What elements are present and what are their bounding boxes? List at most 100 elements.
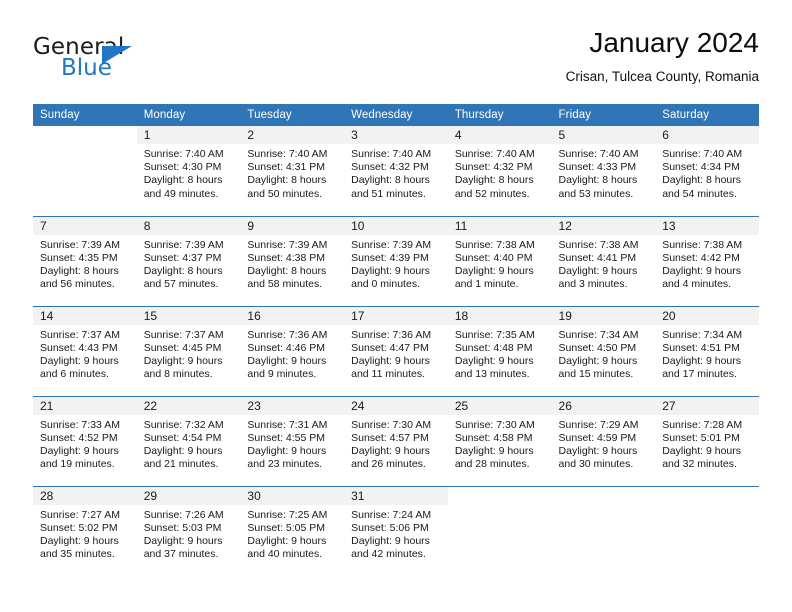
daylight-text-line2: and 9 minutes.: [247, 368, 317, 381]
day-cell-content: 7 Sunrise: 7:39 AM Sunset: 4:35 PM Daylight…: [33, 216, 137, 306]
calendar-day-cell[interactable]: 2 Sunrise: 7:40 AM Sunset: 4:31 PM Daylight…: [240, 126, 345, 216]
sunrise-text: Sunrise: 7:40 AM: [247, 148, 328, 160]
daylight-text-line2: and 53 minutes.: [558, 187, 634, 200]
calendar-day-cell[interactable]: 21 Sunrise: 7:33 AM Sunset: 4:52 PM Dayligh…: [33, 395, 137, 486]
calendar-day-cell[interactable]: 17 Sunrise: 7:36 AM Sunset: 4:47 PM Dayligh…: [344, 305, 448, 396]
sunset-text: Sunset: 4:48 PM: [454, 341, 533, 354]
calendar-day-cell[interactable]: 15 Sunrise: 7:37 AM Sunset: 4:45 PM Dayligh…: [136, 305, 241, 396]
calendar-day-cell[interactable]: [655, 485, 759, 576]
daylight-text-line2: and 49 minutes.: [143, 187, 219, 200]
calendar-day-cell[interactable]: 25 Sunrise: 7:30 AM Sunset: 4:58 PM Dayligh…: [447, 395, 552, 486]
calendar-day-cell[interactable]: 4 Sunrise: 7:40 AM Sunset: 4:32 PM Daylight…: [447, 126, 552, 216]
day-number: 21: [33, 396, 137, 415]
calendar-day-cell[interactable]: 3 Sunrise: 7:40 AM Sunset: 4:32 PM Daylight…: [344, 126, 448, 216]
daylight-text-line2: and 57 minutes.: [143, 278, 219, 291]
sunset-text: Sunset: 4:39 PM: [351, 251, 429, 264]
calendar-day-cell[interactable]: [33, 126, 137, 216]
calendar-day-cell[interactable]: 11 Sunrise: 7:38 AM Sunset: 4:40 PM Dayligh…: [447, 215, 552, 306]
day-number: 2: [240, 126, 345, 144]
calendar-day-cell[interactable]: 27 Sunrise: 7:28 AM Sunset: 5:01 PM Dayligh…: [655, 395, 759, 486]
day-cell-content: 9 Sunrise: 7:39 AM Sunset: 4:38 PM Daylight…: [240, 216, 345, 306]
calendar-day-cell[interactable]: 8 Sunrise: 7:39 AM Sunset: 4:37 PM Daylight…: [136, 215, 241, 306]
calendar-day-cell[interactable]: 6 Sunrise: 7:40 AM Sunset: 4:34 PM Daylight…: [655, 126, 759, 216]
day-number: 9: [240, 216, 345, 235]
page-header: General Blue January 2024 Crisan, Tulcea…: [33, 26, 759, 96]
sunset-text: Sunset: 4:30 PM: [143, 161, 222, 174]
title-block: January 2024 Crisan, Tulcea County, Roma…: [566, 26, 759, 87]
calendar-day-cell[interactable]: 1 Sunrise: 7:40 AM Sunset: 4:30 PM Daylight…: [136, 126, 241, 216]
calendar-day-cell[interactable]: 26 Sunrise: 7:29 AM Sunset: 4:59 PM Dayligh…: [551, 395, 656, 486]
calendar-day-cell[interactable]: 10 Sunrise: 7:39 AM Sunset: 4:39 PM Dayligh…: [344, 215, 448, 306]
calendar-day-cell[interactable]: 29 Sunrise: 7:26 AM Sunset: 5:03 PM Dayligh…: [136, 485, 241, 576]
weekday-header-friday: Friday: [551, 104, 656, 126]
day-cell-content: 10 Sunrise: 7:39 AM Sunset: 4:39 PM Dayligh…: [344, 216, 448, 306]
calendar-day-cell[interactable]: 13 Sunrise: 7:38 AM Sunset: 4:42 PM Dayligh…: [655, 215, 759, 306]
day-details: Sunrise: 7:37 AM Sunset: 4:45 PM Daylight:…: [137, 325, 241, 382]
sunrise-text: Sunrise: 7:29 AM: [558, 418, 639, 431]
day-details: Sunrise: 7:39 AM Sunset: 4:39 PM Daylight:…: [344, 235, 448, 292]
day-number: 31: [344, 486, 448, 505]
daylight-text-line2: and 58 minutes.: [247, 278, 323, 291]
daylight-text-line2: and 3 minutes.: [558, 278, 628, 291]
calendar-day-cell[interactable]: 12 Sunrise: 7:38 AM Sunset: 4:41 PM Dayligh…: [551, 215, 656, 306]
calendar-day-cell[interactable]: 5 Sunrise: 7:40 AM Sunset: 4:33 PM Daylight…: [551, 126, 656, 216]
day-number: 18: [447, 306, 552, 325]
calendar-day-cell[interactable]: 14 Sunrise: 7:37 AM Sunset: 4:43 PM Dayligh…: [33, 305, 137, 396]
day-cell-content: 30 Sunrise: 7:25 AM Sunset: 5:05 PM Dayligh…: [240, 486, 345, 576]
daylight-text-line1: Daylight: 9 hours: [351, 444, 430, 457]
day-number: 8: [136, 216, 241, 235]
sunset-text: Sunset: 4:59 PM: [558, 431, 637, 444]
day-details: Sunrise: 7:32 AM Sunset: 4:54 PM Daylight:…: [137, 415, 241, 472]
sunrise-text: Sunrise: 7:30 AM: [454, 418, 535, 431]
day-details: Sunrise: 7:37 AM Sunset: 4:43 PM Daylight:…: [33, 325, 137, 382]
calendar-day-cell[interactable]: 19 Sunrise: 7:34 AM Sunset: 4:50 PM Dayligh…: [551, 305, 656, 396]
daylight-text-line1: Daylight: 9 hours: [351, 354, 430, 367]
day-number: 22: [136, 396, 241, 415]
calendar-day-cell[interactable]: 22 Sunrise: 7:32 AM Sunset: 4:54 PM Dayligh…: [136, 395, 241, 486]
day-cell-empty: [552, 487, 656, 576]
calendar-day-cell[interactable]: 30 Sunrise: 7:25 AM Sunset: 5:05 PM Dayligh…: [240, 485, 345, 576]
daylight-text-line1: Daylight: 8 hours: [247, 264, 327, 277]
day-cell-content: 3 Sunrise: 7:40 AM Sunset: 4:32 PM Daylight…: [344, 126, 448, 215]
calendar-day-cell[interactable]: 7 Sunrise: 7:39 AM Sunset: 4:35 PM Daylight…: [33, 215, 137, 306]
calendar-day-cell[interactable]: 23 Sunrise: 7:31 AM Sunset: 4:55 PM Dayligh…: [240, 395, 345, 486]
sunrise-text: Sunrise: 7:34 AM: [558, 328, 639, 341]
day-number: 17: [344, 306, 448, 325]
sunrise-text: Sunrise: 7:40 AM: [454, 148, 535, 160]
general-blue-logo[interactable]: General Blue: [33, 34, 243, 92]
daylight-text-line2: and 42 minutes.: [351, 548, 426, 561]
sunrise-text: Sunrise: 7:40 AM: [662, 148, 743, 160]
day-cell-content: 2 Sunrise: 7:40 AM Sunset: 4:31 PM Daylight…: [240, 126, 345, 215]
daylight-text-line2: and 6 minutes.: [40, 368, 109, 381]
daylight-text-line1: Daylight: 9 hours: [662, 444, 742, 457]
day-details: Sunrise: 7:39 AM Sunset: 4:38 PM Daylight:…: [240, 235, 344, 292]
calendar-day-cell[interactable]: 9 Sunrise: 7:39 AM Sunset: 4:38 PM Daylight…: [240, 215, 345, 306]
calendar-day-cell[interactable]: [551, 485, 656, 576]
calendar-day-cell[interactable]: 24 Sunrise: 7:30 AM Sunset: 4:57 PM Dayligh…: [344, 395, 448, 486]
day-cell-content: 8 Sunrise: 7:39 AM Sunset: 4:37 PM Daylight…: [136, 216, 241, 306]
day-details: Sunrise: 7:31 AM Sunset: 4:55 PM Daylight:…: [240, 415, 344, 472]
daylight-text-line2: and 51 minutes.: [351, 187, 426, 200]
daylight-text-line1: Daylight: 9 hours: [247, 534, 327, 547]
calendar-day-cell[interactable]: 18 Sunrise: 7:35 AM Sunset: 4:48 PM Dayligh…: [447, 305, 552, 396]
calendar-table: Sunday Monday Tuesday Wednesday Thursday…: [33, 104, 759, 576]
day-number: 30: [240, 486, 345, 505]
day-details: Sunrise: 7:30 AM Sunset: 4:57 PM Daylight:…: [344, 415, 448, 472]
day-details: Sunrise: 7:29 AM Sunset: 4:59 PM Daylight:…: [552, 415, 656, 472]
daylight-text-line1: Daylight: 8 hours: [558, 174, 638, 187]
day-cell-content: 24 Sunrise: 7:30 AM Sunset: 4:57 PM Dayligh…: [344, 396, 448, 486]
daylight-text-line1: Daylight: 9 hours: [454, 354, 534, 367]
calendar-day-cell[interactable]: 31 Sunrise: 7:24 AM Sunset: 5:06 PM Dayligh…: [344, 485, 448, 576]
day-details: Sunrise: 7:36 AM Sunset: 4:46 PM Daylight:…: [240, 325, 344, 382]
calendar-day-cell[interactable]: 16 Sunrise: 7:36 AM Sunset: 4:46 PM Dayligh…: [240, 305, 345, 396]
sunrise-text: Sunrise: 7:40 AM: [143, 148, 224, 160]
calendar-week-row: 1 Sunrise: 7:40 AM Sunset: 4:30 PM Daylight…: [33, 126, 759, 216]
calendar-day-cell[interactable]: 20 Sunrise: 7:34 AM Sunset: 4:51 PM Dayligh…: [655, 305, 759, 396]
day-number: 7: [33, 216, 137, 235]
calendar-day-cell[interactable]: 28 Sunrise: 7:27 AM Sunset: 5:02 PM Dayligh…: [33, 485, 137, 576]
day-cell-content: 11 Sunrise: 7:38 AM Sunset: 4:40 PM Dayligh…: [447, 216, 552, 306]
sunrise-text: Sunrise: 7:39 AM: [351, 238, 432, 251]
day-details: Sunrise: 7:34 AM Sunset: 4:51 PM Daylight:…: [655, 325, 759, 382]
calendar-day-cell[interactable]: [447, 485, 552, 576]
day-cell-content: 28 Sunrise: 7:27 AM Sunset: 5:02 PM Dayligh…: [33, 486, 137, 576]
